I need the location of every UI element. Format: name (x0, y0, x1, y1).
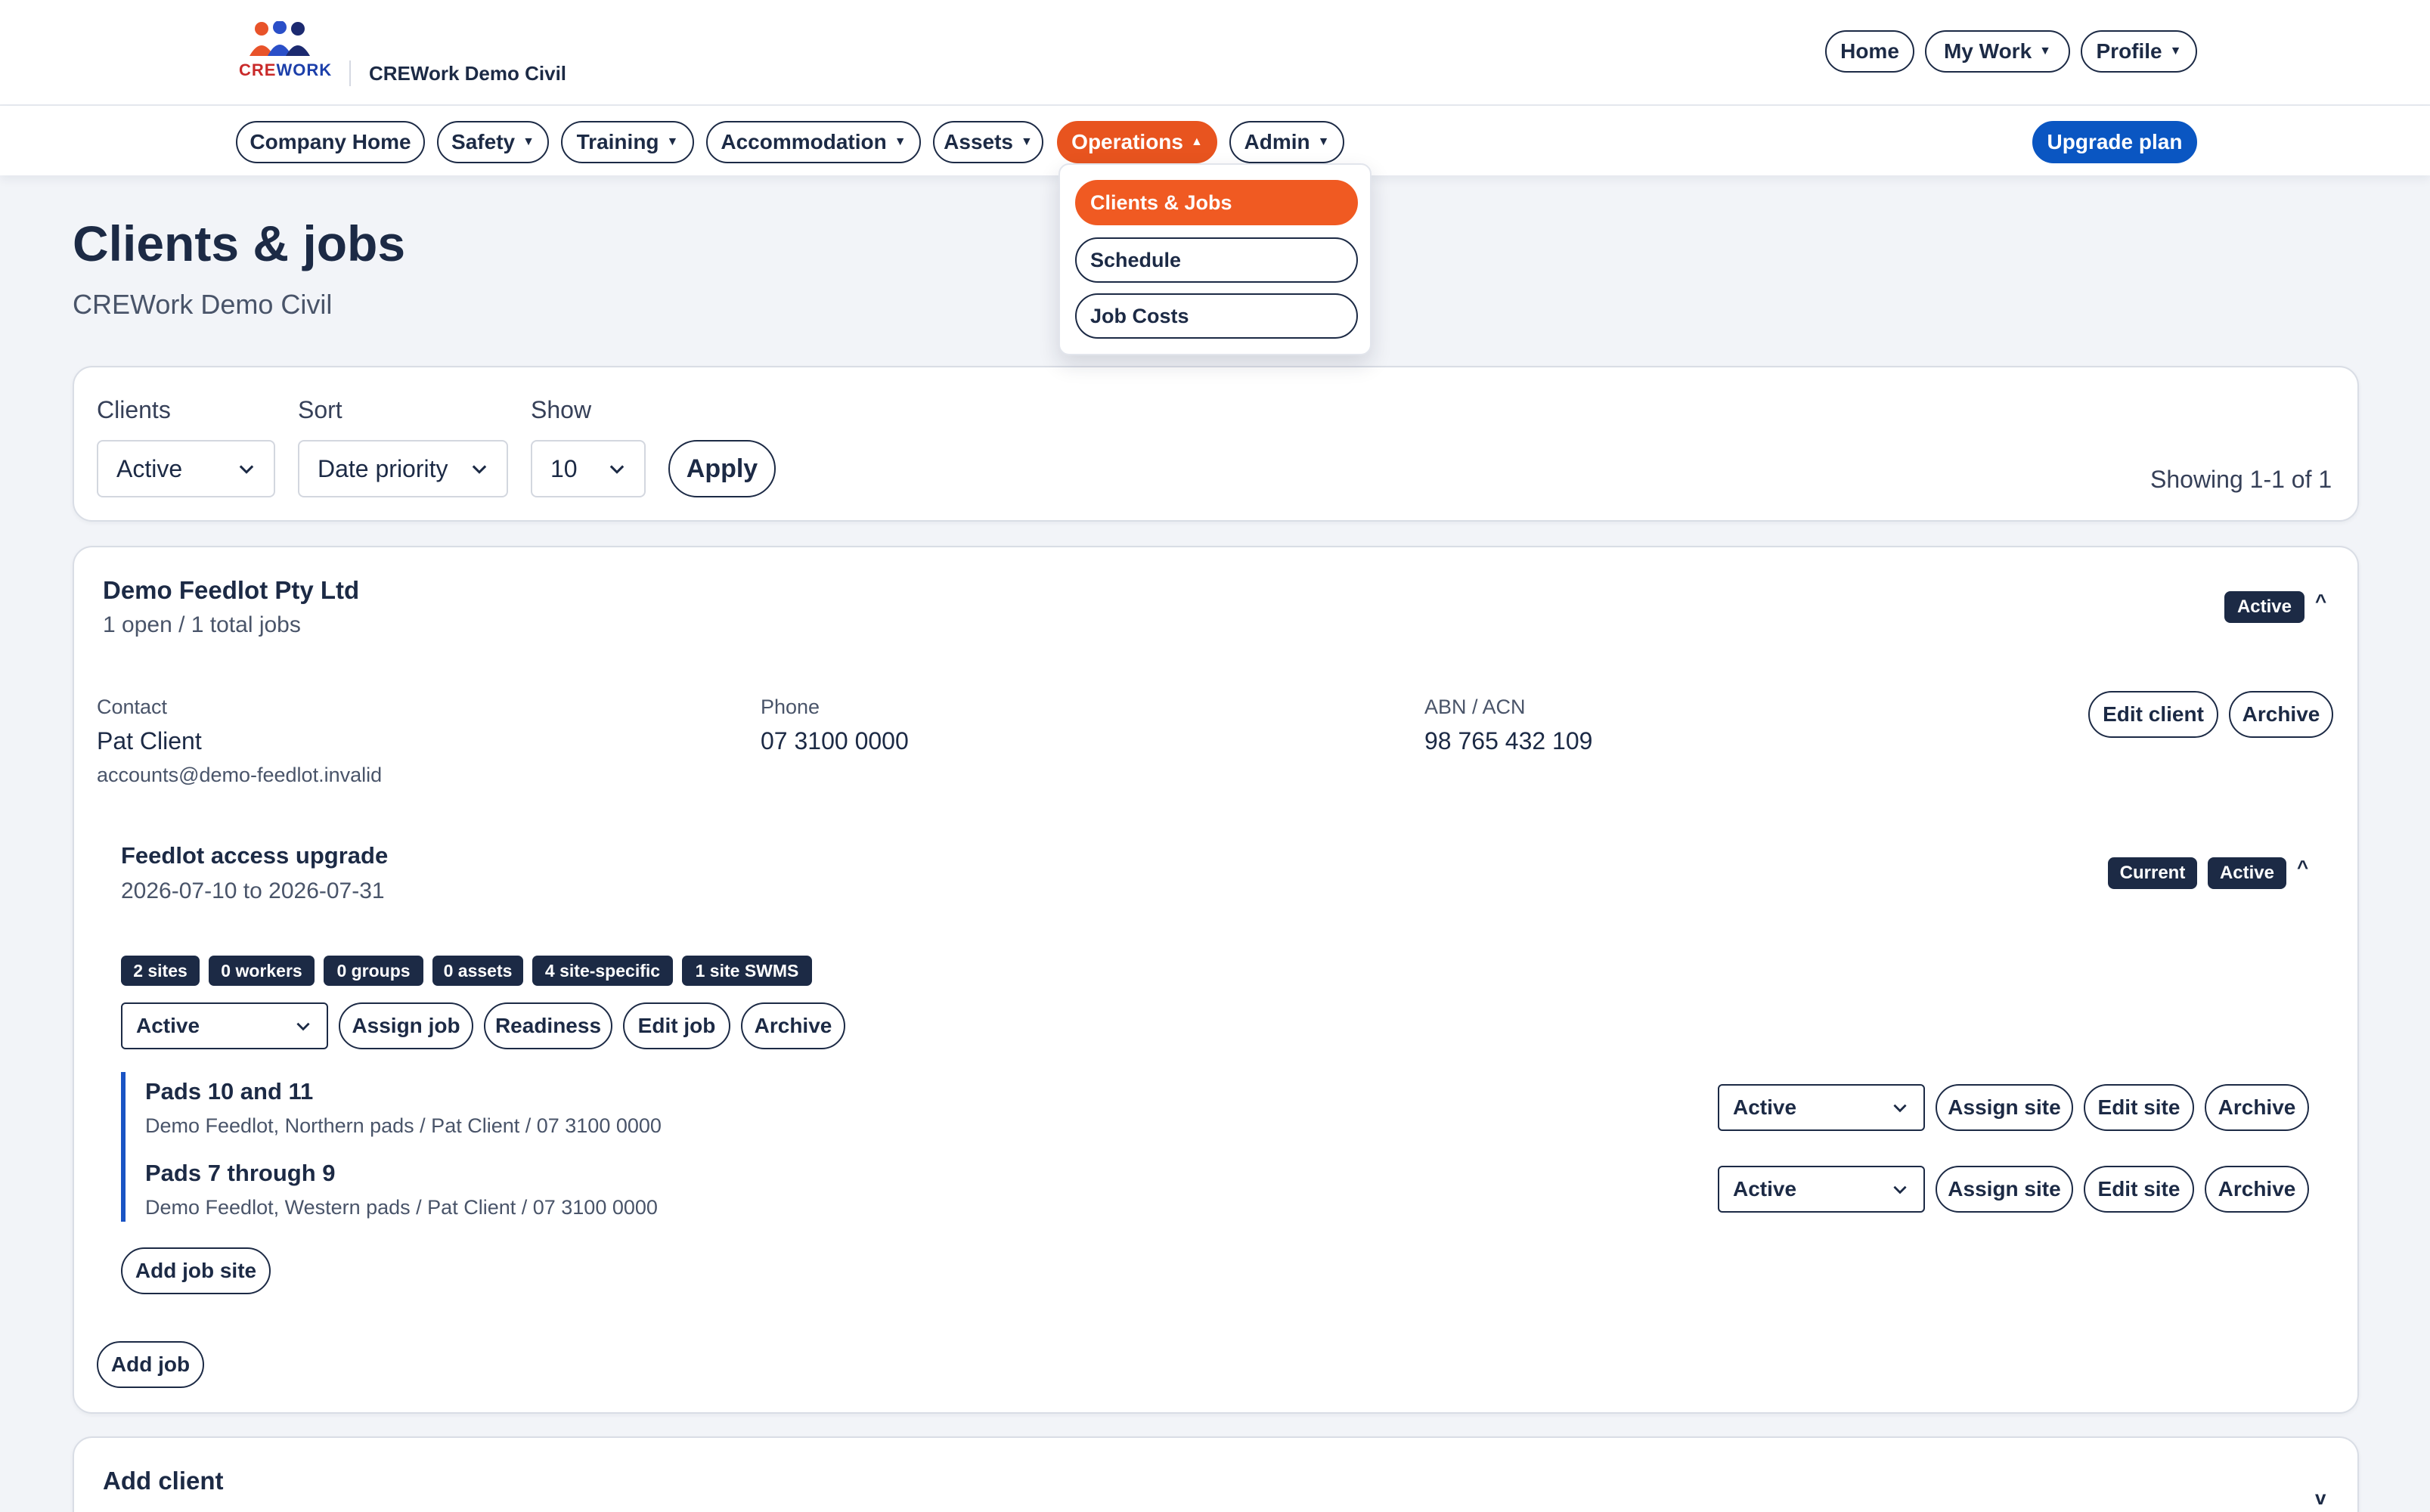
client-summary: 1 open / 1 total jobs (103, 612, 301, 637)
job-name: Feedlot access upgrade (121, 842, 389, 869)
assign-job-button[interactable]: Assign job (339, 1002, 473, 1049)
job-chip: 0 workers (209, 956, 315, 986)
archive-client-button[interactable]: Archive (2229, 691, 2333, 738)
chevron-down-icon (239, 465, 254, 474)
job-chip: 0 assets (432, 956, 523, 986)
site-detail: Demo Feedlot, Western pads / Pat Client … (145, 1196, 658, 1219)
caret-down-icon: ▼ (894, 135, 907, 148)
contact-label: Contact (97, 696, 168, 718)
show-label: Show (531, 396, 592, 423)
site-status-select[interactable]: Active (1718, 1084, 1925, 1131)
chevron-down-icon (609, 465, 625, 474)
nav-safety[interactable]: Safety ▼ (437, 121, 549, 163)
assign-site-button[interactable]: Assign site (1936, 1166, 2073, 1213)
nav-company-home[interactable]: Company Home (236, 121, 425, 163)
nav-assets[interactable]: Assets ▼ (933, 121, 1043, 163)
assign-site-button[interactable]: Assign site (1936, 1084, 2073, 1131)
nav-operations[interactable]: Operations ▲ (1057, 121, 1217, 163)
job-dates: 2026-07-10 to 2026-07-31 (121, 878, 385, 903)
chevron-down-icon (1893, 1104, 1907, 1113)
upgrade-plan-button[interactable]: Upgrade plan (2032, 121, 2197, 163)
menu-item-clients-jobs[interactable]: Clients & Jobs (1075, 180, 1358, 225)
caret-up-icon: ▲ (1190, 135, 1203, 148)
expand-add-client-icon[interactable]: v (2315, 1486, 2326, 1510)
my-work-menu[interactable]: My Work ▼ (1925, 30, 2070, 73)
page-subtitle: CREWork Demo Civil (73, 289, 333, 320)
add-client-card[interactable] (73, 1436, 2359, 1512)
sort-select[interactable]: Date priority (298, 440, 508, 497)
sort-label: Sort (298, 396, 342, 423)
home-button[interactable]: Home (1825, 30, 1914, 73)
page-title: Clients & jobs (73, 215, 406, 271)
site-name: Pads 7 through 9 (145, 1160, 336, 1186)
job-chip: 4 site-specific (532, 956, 673, 986)
operations-dropdown: Clients & Jobs Schedule Job Costs (1058, 163, 1372, 355)
abn-value: 98 765 432 109 (1424, 727, 1593, 754)
company-name: CREWork Demo Civil (369, 62, 567, 85)
apply-button[interactable]: Apply (668, 440, 776, 497)
phone-value: 07 3100 0000 (761, 727, 909, 754)
phone-label: Phone (761, 696, 820, 718)
job-status-select[interactable]: Active (121, 1002, 328, 1049)
brand-separator (349, 60, 351, 86)
nav-accommodation[interactable]: Accommodation ▼ (706, 121, 921, 163)
site-status-select[interactable]: Active (1718, 1166, 1925, 1213)
archive-site-button[interactable]: Archive (2205, 1166, 2309, 1213)
archive-job-button[interactable]: Archive (741, 1002, 845, 1049)
clients-filter-select[interactable]: Active (97, 440, 275, 497)
edit-site-button[interactable]: Edit site (2084, 1166, 2194, 1213)
job-current-badge: Current (2108, 857, 2197, 889)
caret-down-icon: ▼ (2039, 45, 2051, 57)
site-name: Pads 10 and 11 (145, 1078, 314, 1105)
contact-name: Pat Client (97, 727, 202, 754)
edit-site-button[interactable]: Edit site (2084, 1084, 2194, 1131)
abn-label: ABN / ACN (1424, 696, 1526, 718)
contact-email: accounts@demo-feedlot.invalid (97, 764, 383, 786)
clients-filter-label: Clients (97, 396, 171, 423)
show-select[interactable]: 10 (531, 440, 646, 497)
caret-down-icon: ▼ (2169, 45, 2182, 57)
caret-down-icon: ▼ (522, 135, 535, 148)
caret-down-icon: ▼ (666, 135, 679, 148)
chevron-down-icon (1893, 1185, 1907, 1194)
job-chip: 1 site SWMS (682, 956, 812, 986)
edit-client-button[interactable]: Edit client (2088, 691, 2218, 738)
job-chip: 0 groups (324, 956, 423, 986)
menu-item-schedule[interactable]: Schedule (1075, 237, 1358, 283)
caret-down-icon: ▼ (1317, 135, 1330, 148)
collapse-job-icon[interactable]: ^ (2297, 856, 2308, 879)
edit-job-button[interactable]: Edit job (623, 1002, 730, 1049)
client-status-badge: Active (2224, 591, 2304, 623)
archive-site-button[interactable]: Archive (2205, 1084, 2309, 1131)
menu-item-job-costs[interactable]: Job Costs (1075, 293, 1358, 339)
site-detail: Demo Feedlot, Northern pads / Pat Client… (145, 1114, 662, 1137)
client-name: Demo Feedlot Pty Ltd (103, 576, 360, 604)
chevron-down-icon (296, 1022, 310, 1031)
logo-wordmark: CREWORK (239, 60, 333, 79)
job-status-badge: Active (2208, 857, 2286, 889)
collapse-client-icon[interactable]: ^ (2315, 590, 2326, 613)
add-client-title: Add client (103, 1467, 224, 1495)
results-count: Showing 1-1 of 1 (2150, 466, 2332, 493)
job-chip: 2 sites (121, 956, 200, 986)
nav-training[interactable]: Training ▼ (561, 121, 694, 163)
nav-admin[interactable]: Admin ▼ (1229, 121, 1344, 163)
caret-down-icon: ▼ (1021, 135, 1033, 148)
site-list-accent (121, 1072, 126, 1222)
chevron-down-icon (472, 465, 487, 474)
add-job-site-button[interactable]: Add job site (121, 1247, 271, 1294)
profile-menu[interactable]: Profile ▼ (2081, 30, 2197, 73)
add-job-button[interactable]: Add job (97, 1341, 204, 1388)
readiness-button[interactable]: Readiness (484, 1002, 612, 1049)
